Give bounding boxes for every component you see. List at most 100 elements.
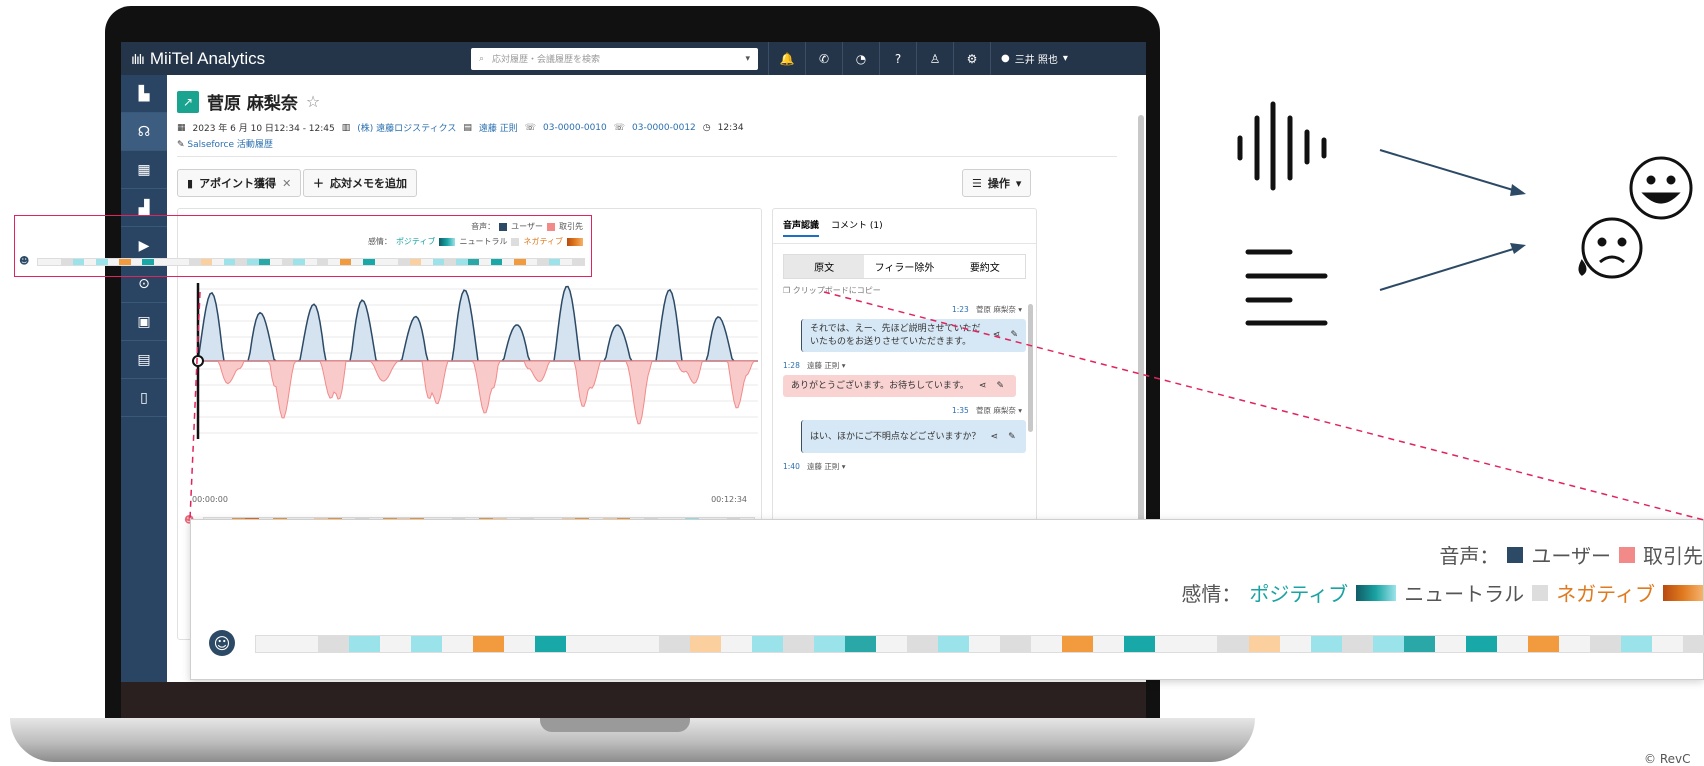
message-time[interactable]: 1:35 xyxy=(952,406,969,415)
share-icon[interactable]: ⋖ xyxy=(991,431,999,443)
positive-swatch xyxy=(439,237,456,246)
emotion-segment xyxy=(548,259,561,265)
table-icon[interactable]: ▦ xyxy=(121,151,167,189)
neutral-label: ニュートラル xyxy=(1404,582,1525,606)
mode-original[interactable]: 原文 xyxy=(784,255,865,278)
emotion-segment xyxy=(188,259,201,265)
playhead-handle[interactable] xyxy=(192,355,204,367)
message-time[interactable]: 1:40 xyxy=(783,462,800,471)
emotion-segment xyxy=(177,259,189,265)
appointment-label: アポイント獲得 xyxy=(199,177,277,190)
copy-clipboard-link[interactable]: ❐ クリップボードにコピー xyxy=(783,285,1026,296)
share-icon[interactable]: ⋖ xyxy=(979,380,987,392)
contact-link[interactable]: 遠藤 正則 xyxy=(479,121,518,134)
company-link[interactable]: (株) 遠藤ロジスティクス xyxy=(357,121,456,134)
voice-legend-small: 音声： ユーザー 取引先 xyxy=(471,221,583,232)
emotion-segment xyxy=(258,259,271,265)
emotion-segment xyxy=(363,259,375,265)
waveform-chart[interactable] xyxy=(190,269,770,499)
message-text: それでは、えー、先ほど説明させていただいたものをお送りさせていただきます。 xyxy=(810,324,981,347)
emotion-segment xyxy=(1186,636,1218,652)
emotion-segment xyxy=(566,636,598,652)
voice-legend-label: 音声： xyxy=(471,222,496,231)
contact-icon[interactable]: ▣ xyxy=(121,303,167,341)
emotion-legend-small: 感情： ポジティブ ニュートラル ネガティブ xyxy=(368,236,583,247)
add-memo-button[interactable]: ＋ 応対メモを追加 xyxy=(303,169,417,197)
message-time[interactable]: 1:23 xyxy=(952,305,969,314)
mode-filler-removed[interactable]: フィラー除外 xyxy=(864,255,944,278)
emotion-segment xyxy=(1620,636,1652,652)
bell-icon[interactable]: 🔔 xyxy=(768,42,805,75)
phone-in-icon: ☏ xyxy=(613,122,626,133)
headset-icon[interactable]: ☊ xyxy=(121,113,167,151)
message-speaker: 菅原 麻梨奈 xyxy=(975,305,1016,314)
emotion-segment xyxy=(969,636,1001,652)
emotion-segment xyxy=(1372,636,1404,652)
emotion-segment xyxy=(154,259,166,265)
sidebar: ▙ ☊ ▦ ▟ ▶ ⊙ ▣ ▤ ▯ xyxy=(121,75,167,682)
chevron-down-icon: ▾ xyxy=(1015,176,1022,190)
emotion-segment xyxy=(1310,636,1342,652)
close-icon[interactable]: ✕ xyxy=(282,177,291,190)
building-icon: ▥ xyxy=(341,122,351,133)
operations-button[interactable]: ☰ 操作 ▾ xyxy=(962,169,1032,197)
zoomed-emotion-callout: 音声： ユーザー 取引先 感情： ポジティブ ニュートラル ネガティブ ☺ xyxy=(190,519,1704,680)
plus-icon: ＋ xyxy=(313,177,324,190)
appointment-tag-button[interactable]: ▮ アポイント獲得 ✕ xyxy=(177,169,302,197)
transcript-scrollbar[interactable] xyxy=(1028,304,1033,432)
search-input[interactable]: ⌕ 応対履歴・会議履歴を検索 ▾ xyxy=(471,47,758,70)
dashboard-icon[interactable]: ◔ xyxy=(842,42,879,75)
star-icon[interactable]: ☆ xyxy=(306,92,320,111)
phone-from-link[interactable]: 03-0000-0010 xyxy=(543,123,607,133)
emotion-segment xyxy=(1155,636,1187,652)
emotion-legend-label: 感情： xyxy=(367,237,392,246)
voice-legend-large: 音声： ユーザー 取引先 xyxy=(1439,540,1703,569)
tab-comments[interactable]: コメント (1) xyxy=(831,218,883,237)
phone-icon[interactable]: ✆ xyxy=(805,42,842,75)
agent-icon[interactable]: ♙ xyxy=(916,42,953,75)
help-icon[interactable]: ? xyxy=(879,42,916,75)
gear-icon[interactable]: ⚙ xyxy=(953,42,990,75)
tab-speech-recognition[interactable]: 音声認識 xyxy=(783,218,820,237)
arrow-head xyxy=(1510,243,1526,254)
emotion-segment xyxy=(442,636,474,652)
message-header: 1:23 菅原 麻梨奈 ▾ xyxy=(951,305,1022,314)
emotion-segment xyxy=(107,259,120,265)
positive-swatch xyxy=(1356,584,1397,601)
sliders-icon: ☰ xyxy=(972,176,982,190)
operations-label: 操作 xyxy=(987,177,1010,190)
edit-icon[interactable]: ✎ xyxy=(1008,431,1016,443)
phone-out-icon: ☏ xyxy=(524,122,536,133)
emotion-segment xyxy=(525,259,538,265)
edit-icon[interactable]: ✎ xyxy=(996,380,1004,392)
external-link-icon[interactable]: ↗ xyxy=(177,90,199,113)
emotion-strip-user[interactable] xyxy=(37,258,585,266)
share-icon[interactable]: ⋖ xyxy=(993,329,1001,341)
emotion-segment xyxy=(96,259,108,265)
emotion-segment xyxy=(1558,636,1590,652)
emotion-segment xyxy=(628,636,660,652)
edit-icon[interactable]: ✎ xyxy=(1010,329,1018,341)
user-menu[interactable]: ● 三井 照也 ▾ xyxy=(990,42,1078,75)
copy-label: クリップボードにコピー xyxy=(792,286,881,295)
message-time[interactable]: 1:28 xyxy=(783,361,800,370)
emotion-segment xyxy=(386,259,398,265)
copyright: © RevC xyxy=(1644,752,1691,766)
salesforce-link[interactable]: Salseforce 活動履歴 xyxy=(187,140,272,150)
emotion-segment xyxy=(119,259,131,265)
phone-to-link[interactable]: 03-0000-0012 xyxy=(632,123,696,133)
brand[interactable]: ılılı MiiTel Analytics xyxy=(121,49,471,69)
emotion-segment xyxy=(351,259,364,265)
message-bubble: はい、ほかにご不明点などございますか？ ⋖ ✎ xyxy=(801,420,1026,454)
analytics-icon[interactable]: ▙ xyxy=(121,75,167,113)
emotion-segment xyxy=(721,636,753,652)
emotion-face-icon: ☺ xyxy=(209,630,235,656)
emotion-segment xyxy=(490,259,503,265)
negative-swatch xyxy=(1663,584,1703,601)
clock-icon: ◷ xyxy=(702,122,711,133)
emotion-segment xyxy=(1093,636,1125,652)
mode-summary[interactable]: 要約文 xyxy=(945,255,1025,278)
emotion-segment xyxy=(659,636,691,652)
clipboard-icon[interactable]: ▤ xyxy=(121,341,167,379)
document-icon[interactable]: ▯ xyxy=(121,379,167,417)
